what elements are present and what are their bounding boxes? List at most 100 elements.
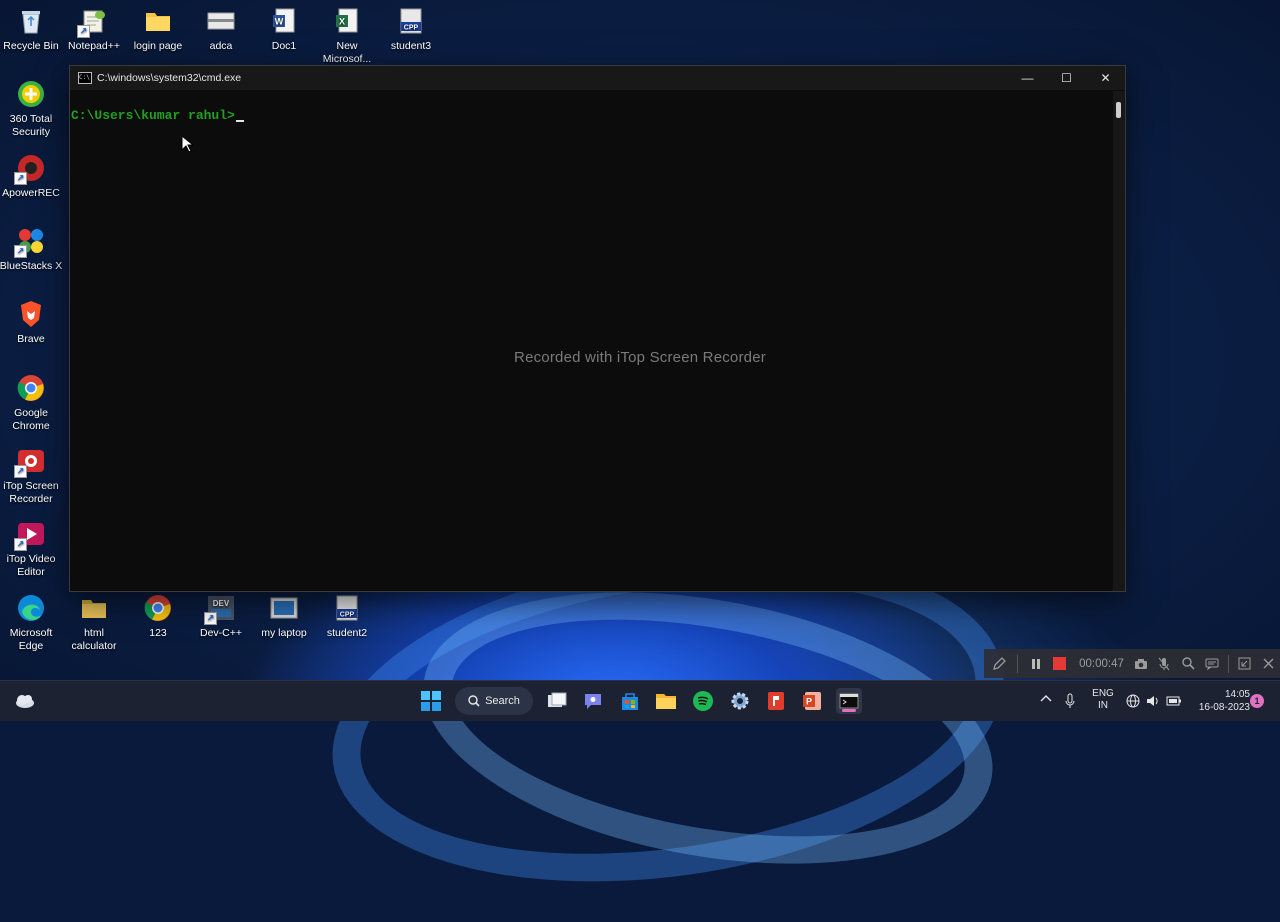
excel-icon: X (332, 6, 362, 36)
svg-text:P: P (806, 697, 812, 707)
chrome-icon (16, 373, 46, 403)
recycle-bin-icon (16, 6, 46, 36)
notification-count: 1 (1254, 696, 1260, 706)
search-icon (468, 695, 480, 707)
recording-watermark: Recorded with iTop Screen Recorder (514, 349, 766, 366)
cmd-window-title: C:\windows\system32\cmd.exe (97, 72, 242, 84)
apowerrec-icon: ↗ (14, 153, 46, 185)
desktop-icon-brave[interactable]: Brave (0, 299, 63, 346)
language-indicator[interactable]: ENG IN (1091, 688, 1115, 728)
close-toolbar-icon[interactable] (1257, 653, 1279, 675)
desktop-icon-student2[interactable]: CPP student2 (315, 593, 379, 640)
camera-icon[interactable] (1130, 653, 1152, 675)
desktop-icon-dev-cpp[interactable]: DEV ↗ Dev-C++ (189, 593, 253, 640)
scrollbar-thumb[interactable] (1116, 102, 1121, 118)
image-icon (269, 593, 299, 623)
search-label: Search (485, 695, 520, 707)
svg-text:CPP: CPP (404, 25, 419, 32)
microphone-muted-icon[interactable] (1154, 653, 1176, 675)
svg-text:DEV: DEV (213, 599, 230, 608)
desktop-icon-itop-screen-recorder[interactable]: ↗ iTop Screen Recorder (0, 446, 63, 506)
terminal-taskbar-icon[interactable] (836, 688, 862, 714)
recorder-toolbar: 00:00:47 (984, 649, 1280, 678)
task-view-icon[interactable] (544, 688, 570, 714)
desktop-icon-label: ApowerREC (2, 187, 60, 199)
desktop-icon-apowerrec[interactable]: ↗ ApowerREC (0, 153, 63, 200)
desktop-icon-student3[interactable]: CPP student3 (379, 6, 443, 53)
desktop-icon-itop-video-editor[interactable]: ↗ iTop Video Editor (0, 519, 63, 579)
desktop-icon-microsoft-edge[interactable]: Microsoft Edge (0, 593, 63, 653)
desktop-icon-label: html calculator (71, 627, 117, 652)
desktop-icon-label: iTop Video Editor (6, 553, 56, 578)
desktop-icon-label: BlueStacks X (0, 260, 63, 272)
pause-icon[interactable] (1025, 653, 1047, 675)
edge-icon (16, 593, 46, 623)
cmd-window[interactable]: C:\ C:\windows\system32\cmd.exe — ☐ ✕ C:… (69, 65, 1126, 592)
desktop-icon-bluestacks[interactable]: ↗ BlueStacks X (0, 226, 63, 273)
desktop-icon-new-microsoft[interactable]: X New Microsof... (315, 6, 379, 66)
console-output[interactable]: C:\Users\kumar rahul> (70, 91, 1113, 591)
desktop-icon-label: iTop Screen Recorder (3, 480, 59, 505)
document-icon (206, 6, 236, 36)
desktop-icon-123[interactable]: 123 (126, 593, 190, 640)
desktop-icon-login-page[interactable]: login page (126, 6, 190, 53)
pen-icon[interactable] (988, 653, 1010, 675)
word-icon: W (269, 6, 299, 36)
active-app-indicator (842, 709, 856, 712)
microsoft-store-icon[interactable] (617, 688, 643, 714)
brave-icon (16, 299, 46, 329)
taskbar: Search P ENG IN 14:05 16-08-2023 1 (0, 680, 1280, 721)
folder-icon (143, 6, 173, 36)
window-controls: — ☐ ✕ (1008, 66, 1125, 90)
clock-time: 14:05 (1224, 689, 1250, 700)
network-globe-icon[interactable] (1126, 694, 1140, 734)
recording-timer: 00:00:47 (1079, 657, 1124, 670)
teams-chat-icon[interactable] (580, 688, 606, 714)
desktop-icon-notepad-plus[interactable]: ↗ Notepad++ (62, 6, 126, 53)
desktop-icon-google-chrome[interactable]: Google Chrome (0, 373, 63, 433)
minimize-button[interactable]: — (1008, 66, 1047, 90)
zoom-icon[interactable] (1177, 653, 1199, 675)
desktop-icon-label: login page (133, 40, 183, 52)
itop-video-icon: ↗ (14, 519, 46, 551)
desktop-icon-label: adca (209, 40, 233, 52)
desktop-icon-recycle-bin[interactable]: Recycle Bin (0, 6, 63, 53)
shortcut-arrow-icon: ↗ (14, 172, 27, 185)
start-button[interactable] (418, 688, 444, 714)
desktop-icon-my-laptop[interactable]: my laptop (252, 593, 316, 640)
toolbar-divider (1016, 654, 1018, 673)
powerpoint-icon[interactable]: P (799, 688, 825, 714)
shortcut-arrow-icon: ↗ (14, 538, 27, 551)
volume-icon[interactable] (1146, 694, 1160, 734)
svg-text:CPP: CPP (340, 612, 355, 619)
shortcut-arrow-icon: ↗ (14, 245, 27, 258)
taskbar-search[interactable]: Search (455, 687, 533, 715)
battery-icon[interactable] (1166, 695, 1182, 735)
weather-widget-icon[interactable] (12, 688, 38, 714)
minimize-toolbar-icon[interactable] (1234, 653, 1256, 675)
caption-icon[interactable] (1201, 653, 1223, 675)
microphone-icon[interactable] (1064, 693, 1076, 733)
desktop-icon-360-total-security[interactable]: 360 Total Security (0, 79, 63, 139)
desktop-icon-label: 360 Total Security (9, 113, 53, 138)
maximize-button[interactable]: ☐ (1047, 66, 1086, 90)
language-code: ENG (1092, 688, 1114, 699)
mouse-pointer-icon (181, 134, 195, 158)
notification-badge[interactable]: 1 (1250, 694, 1264, 708)
tray-chevron-icon[interactable] (1040, 693, 1052, 733)
console-scrollbar[interactable] (1113, 91, 1125, 591)
desktop-icon-adca[interactable]: adca (189, 6, 253, 53)
shortcut-arrow-icon: ↗ (204, 612, 217, 625)
spotify-icon[interactable] (690, 688, 716, 714)
desktop-icon-html-calculator[interactable]: html calculator (62, 593, 126, 653)
command-prompt: C:\Users\kumar rahul> (71, 108, 235, 123)
desktop-icon-doc1[interactable]: W Doc1 (252, 6, 316, 53)
cmd-title-bar[interactable]: C:\ C:\windows\system32\cmd.exe — ☐ ✕ (70, 66, 1125, 90)
red-app-icon[interactable] (763, 688, 789, 714)
text-cursor (235, 120, 244, 122)
settings-gear-icon[interactable] (727, 688, 753, 714)
close-button[interactable]: ✕ (1086, 66, 1125, 90)
file-explorer-icon[interactable] (653, 688, 679, 714)
stop-icon[interactable] (1048, 653, 1070, 675)
clock[interactable]: 14:05 16-08-2023 (1190, 688, 1250, 728)
